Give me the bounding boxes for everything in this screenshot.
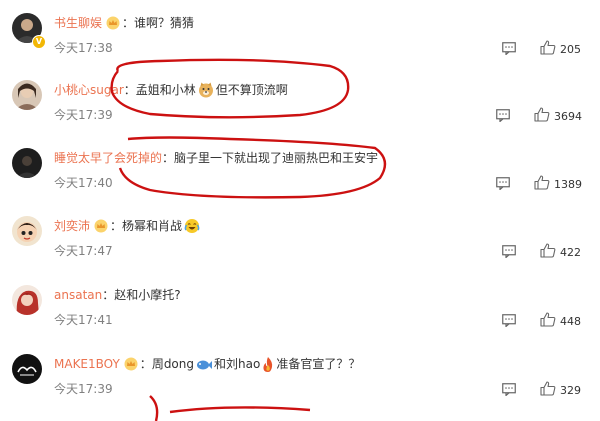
username-link[interactable]: 刘奕沛 [54,219,90,233]
fish-emoji-icon [196,358,212,378]
avatar[interactable] [12,80,42,110]
like-thumb-icon[interactable] [540,381,556,400]
comment-time: 今天17:40 [54,176,113,190]
comment-item: V 书生聊娱 ：谁啊？猜猜 今天17:38 205 [0,13,600,79]
crown-badge-icon [106,16,120,36]
like-count: 3694 [554,110,582,123]
comment-text: 周dong [151,357,194,371]
like-thumb-icon[interactable] [534,107,550,126]
reply-icon[interactable] [496,175,510,194]
colon-separator: ： [122,16,135,30]
comment-item: ansatan：赵和小摩托? 今天17:41 448 [0,285,600,351]
avatar[interactable] [12,216,42,246]
comment-text: 杨幂和肖战 [122,219,183,233]
username-link[interactable]: MAKE1BOY [54,357,120,371]
laugh-cry-emoji-icon [184,218,200,240]
like-thumb-icon[interactable] [540,312,556,331]
username-link[interactable]: ansatan [54,288,102,302]
comment-item: 刘奕沛 ：杨幂和肖战 今天17:47 422 [0,216,600,282]
comment-time: 今天17:39 [54,382,113,396]
reply-icon[interactable] [502,243,516,262]
like-count: 448 [560,315,581,328]
reply-icon[interactable] [496,107,510,126]
like-count: 1389 [554,178,582,191]
colon-separator: ： [110,219,123,233]
comment-text: 赵和小摩托? [114,288,181,302]
comment-item: MAKE1BOY ：周dong 和刘hao 准备官宣了？？ 今天17:39 329 [0,354,600,420]
like-count: 422 [560,246,581,259]
colon-separator: ： [162,151,175,165]
username-link[interactable]: 小桃心sugar [54,83,124,97]
comment-text: 脑子里一下就出现了迪丽热巴和王安宇 [174,151,379,165]
like-count: 205 [560,43,581,56]
comment-item: 小桃心sugar：孟姐和小林 但不算顶流啊 今天17:39 3694 [0,80,600,146]
comment-time: 今天17:41 [54,313,113,327]
avatar[interactable] [12,148,42,178]
fire-emoji-icon [262,357,274,378]
verified-badge-icon: V [32,35,46,49]
colon-separator: ： [102,288,115,302]
reply-icon[interactable] [502,40,516,59]
comment-text: 孟姐和小林 [135,83,196,97]
crown-badge-icon [94,219,108,239]
like-thumb-icon[interactable] [534,175,550,194]
like-thumb-icon[interactable] [540,40,556,59]
crown-badge-icon [124,357,138,377]
comment-text-mid: 和刘hao [214,357,261,371]
avatar[interactable] [12,354,42,384]
comment-time: 今天17:47 [54,244,113,258]
comment-time: 今天17:39 [54,108,113,122]
avatar[interactable] [12,285,42,315]
colon-separator: ： [123,83,136,97]
comment-time: 今天17:38 [54,41,113,55]
comment-text-after: 但不算顶流啊 [215,83,288,97]
colon-separator: ： [139,357,152,371]
comment-text: 谁啊？猜猜 [134,16,195,30]
comment-item: 睡觉太早了会死掉的：脑子里一下就出现了迪丽热巴和王安宇 今天17:40 1389 [0,148,600,214]
username-link[interactable]: 睡觉太早了会死掉的 [54,151,162,165]
like-count: 329 [560,384,581,397]
username-link[interactable]: 书生聊娱 [54,16,102,30]
like-thumb-icon[interactable] [540,243,556,262]
doge-emoji-icon [198,82,214,104]
comment-text-after: 准备官宣了？？ [276,357,361,371]
reply-icon[interactable] [502,381,516,400]
reply-icon[interactable] [502,312,516,331]
